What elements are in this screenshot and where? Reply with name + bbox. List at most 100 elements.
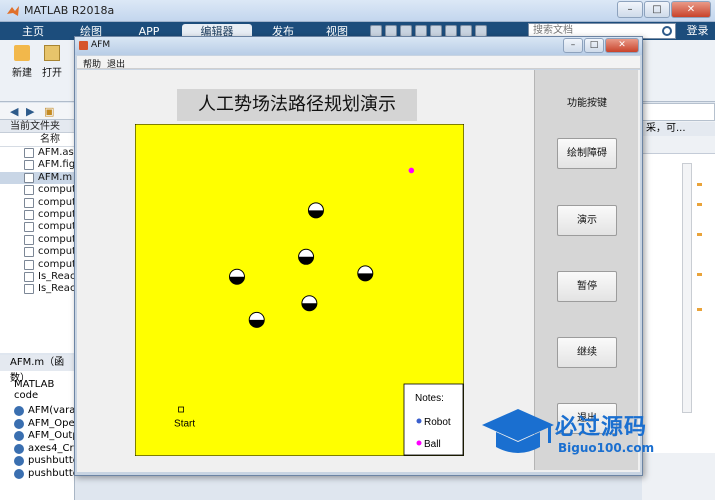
file-icon (24, 209, 34, 220)
editor-scrollbar[interactable] (682, 163, 692, 413)
file-row[interactable]: compute (0, 221, 74, 233)
plot-legend: Notes: Robot Ball (403, 383, 464, 456)
function-row[interactable]: AFM_Oper (0, 418, 74, 431)
legend-title: Notes: (415, 393, 444, 404)
file-row[interactable]: AFM.asv (0, 147, 74, 159)
obstacle-marker (228, 268, 245, 285)
draw-obstacles-button[interactable]: 绘制障碍 (557, 138, 617, 169)
afm-close-button[interactable]: ✕ (605, 38, 639, 53)
file-name: AFM.asv (38, 147, 74, 158)
function-row[interactable]: pushbutto (0, 455, 74, 468)
current-folder-panel: 当前文件夹 名称 AFM.asvAFM.figAFM.mcomputecompu… (0, 120, 75, 353)
afm-maximize-button[interactable]: □ (584, 38, 604, 53)
graduation-cap-icon (482, 409, 554, 453)
details-panel: AFM.m（函数） MATLAB code AFM(vara AFM_Oper AF… (0, 355, 75, 500)
function-row[interactable]: AFM_Outp (0, 430, 74, 443)
file-name: compute (38, 233, 74, 245)
function-name: pushbutto (28, 467, 74, 479)
function-icon (14, 418, 24, 429)
menu-help[interactable]: 帮助 (83, 57, 101, 70)
afm-titlebar: AFM – □ ✕ (75, 37, 642, 55)
file-name: AFM.fig (38, 159, 74, 171)
file-row[interactable]: compute (0, 246, 74, 258)
function-name: axes4_Cre (28, 442, 74, 454)
file-icon (24, 148, 34, 158)
file-name: compute (38, 208, 74, 220)
function-icon (14, 406, 24, 416)
new-file-icon (14, 45, 30, 61)
file-name: Is_Reach (38, 270, 74, 282)
obstacle-marker (307, 202, 324, 219)
address-dropdown[interactable] (642, 103, 715, 121)
close-button[interactable]: ✕ (671, 1, 711, 18)
file-row[interactable]: compute (0, 209, 74, 221)
search-icon[interactable] (662, 26, 672, 36)
function-row[interactable]: AFM(vara (0, 405, 74, 418)
function-row[interactable]: pushbutto (0, 468, 74, 481)
continue-button[interactable]: 继续 (557, 337, 617, 368)
figure-icon (79, 41, 88, 50)
file-icon (24, 185, 34, 196)
demo-button[interactable]: 演示 (557, 205, 617, 236)
tab-home[interactable]: 主页 (8, 24, 58, 40)
open-folder-icon (44, 45, 60, 61)
file-row[interactable]: compute (0, 259, 74, 271)
function-name: AFM_Outp (28, 430, 74, 442)
function-list: AFM(varaAFM_OperAFM_Outpaxes4_Crepushbut… (0, 405, 74, 481)
pause-button[interactable]: 暂停 (557, 271, 617, 302)
file-row[interactable]: compute (0, 197, 74, 209)
name-column-header[interactable]: 名称 (0, 133, 74, 147)
login-button[interactable]: 登录 (680, 23, 715, 39)
file-name: AFM.m (38, 171, 73, 183)
file-row[interactable]: compute (0, 184, 74, 196)
window-title: MATLAB R2018a (24, 4, 115, 17)
file-name: Is_Reach (38, 283, 74, 295)
function-icon (14, 443, 24, 454)
watermark-url: Biguo100.com (558, 441, 655, 455)
afm-minimize-button[interactable]: – (563, 38, 583, 53)
back-arrow-icon[interactable]: ◀ (10, 105, 18, 118)
start-label: Start (174, 419, 195, 430)
file-name: compute (38, 246, 74, 258)
up-folder-icon[interactable]: ▣ (44, 105, 54, 118)
file-name: compute (38, 258, 74, 270)
legend-ball-marker (416, 440, 422, 446)
file-row[interactable]: Is_Reach (0, 283, 74, 295)
open-button[interactable]: 打开 (38, 45, 66, 79)
file-row[interactable]: AFM.fig (0, 159, 74, 171)
new-button[interactable]: 新建 (8, 45, 36, 79)
legend-ball-label: Ball (424, 439, 441, 450)
file-row[interactable]: compute (0, 234, 74, 246)
path-planning-plot[interactable]: Start Notes: Robot Ball (135, 124, 464, 456)
code-marker (697, 273, 702, 276)
obstacle-marker (298, 248, 315, 265)
watermark: 必过源码 Biguo100.com (478, 405, 688, 465)
minimize-button[interactable]: – (617, 1, 643, 18)
file-row[interactable]: Is_Reach (0, 271, 74, 283)
maximize-button[interactable]: □ (644, 1, 670, 18)
file-row[interactable]: AFM.m (0, 171, 74, 185)
afm-window-title: AFM (91, 40, 111, 50)
ball-marker (408, 167, 415, 174)
function-name: pushbutto (28, 455, 74, 467)
menu-exit[interactable]: 退出 (107, 57, 125, 70)
new-label: 新建 (12, 68, 32, 79)
current-folder-header: 当前文件夹 (0, 120, 74, 133)
forward-arrow-icon[interactable]: ▶ (26, 105, 34, 118)
legend-robot-label: Robot (424, 417, 451, 428)
function-name: AFM(vara (28, 405, 74, 416)
open-label: 打开 (42, 68, 62, 79)
file-name: compute (38, 196, 74, 208)
file-icon (24, 222, 34, 233)
file-icon (24, 271, 34, 282)
search-placeholder: 搜索文档 (533, 25, 573, 36)
obstacle-marker (301, 295, 318, 312)
file-icon (24, 160, 34, 171)
function-icon (14, 431, 24, 442)
function-row[interactable]: axes4_Cre (0, 443, 74, 456)
file-icon (24, 259, 34, 270)
obstacle-marker (248, 311, 265, 328)
file-name: compute (38, 184, 74, 196)
function-icon (14, 456, 24, 467)
code-marker (697, 233, 702, 236)
